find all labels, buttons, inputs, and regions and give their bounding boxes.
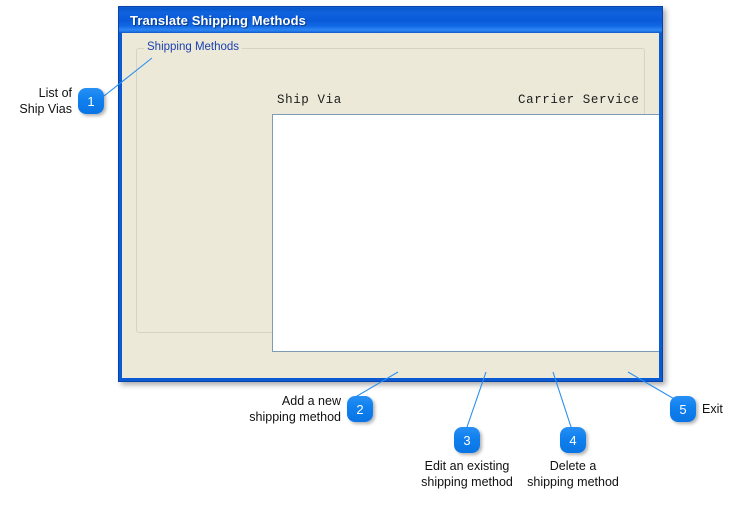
- callout-badge-5[interactable]: 5: [670, 396, 696, 422]
- callout-badge-3[interactable]: 3: [454, 427, 480, 453]
- column-header-carrier-service: Carrier Service: [518, 93, 640, 107]
- callout-badge-1[interactable]: 1: [78, 88, 104, 114]
- callout-badge-4[interactable]: 4: [560, 427, 586, 453]
- dialog-title: Translate Shipping Methods: [130, 12, 306, 28]
- callout-label-1: List of Ship Vias: [19, 86, 72, 116]
- callout-label-4: Delete a shipping method: [527, 459, 619, 489]
- column-header-ship-via: Ship Via: [277, 93, 342, 107]
- callout-label-5: Exit: [702, 402, 723, 416]
- callout-badge-2[interactable]: 2: [347, 396, 373, 422]
- shipping-methods-listbox[interactable]: [272, 114, 659, 352]
- callout-label-3: Edit an existing shipping method: [421, 459, 513, 489]
- translate-shipping-methods-dialog: Translate Shipping Methods Shipping Meth…: [118, 6, 663, 382]
- dialog-client-area: Shipping Methods Ship Via Carrier Servic…: [122, 33, 659, 378]
- callout-label-2: Add a new shipping method: [249, 394, 341, 424]
- shipping-methods-groupbox-label: Shipping Methods: [144, 41, 243, 53]
- dialog-title-bar: Translate Shipping Methods: [119, 7, 662, 33]
